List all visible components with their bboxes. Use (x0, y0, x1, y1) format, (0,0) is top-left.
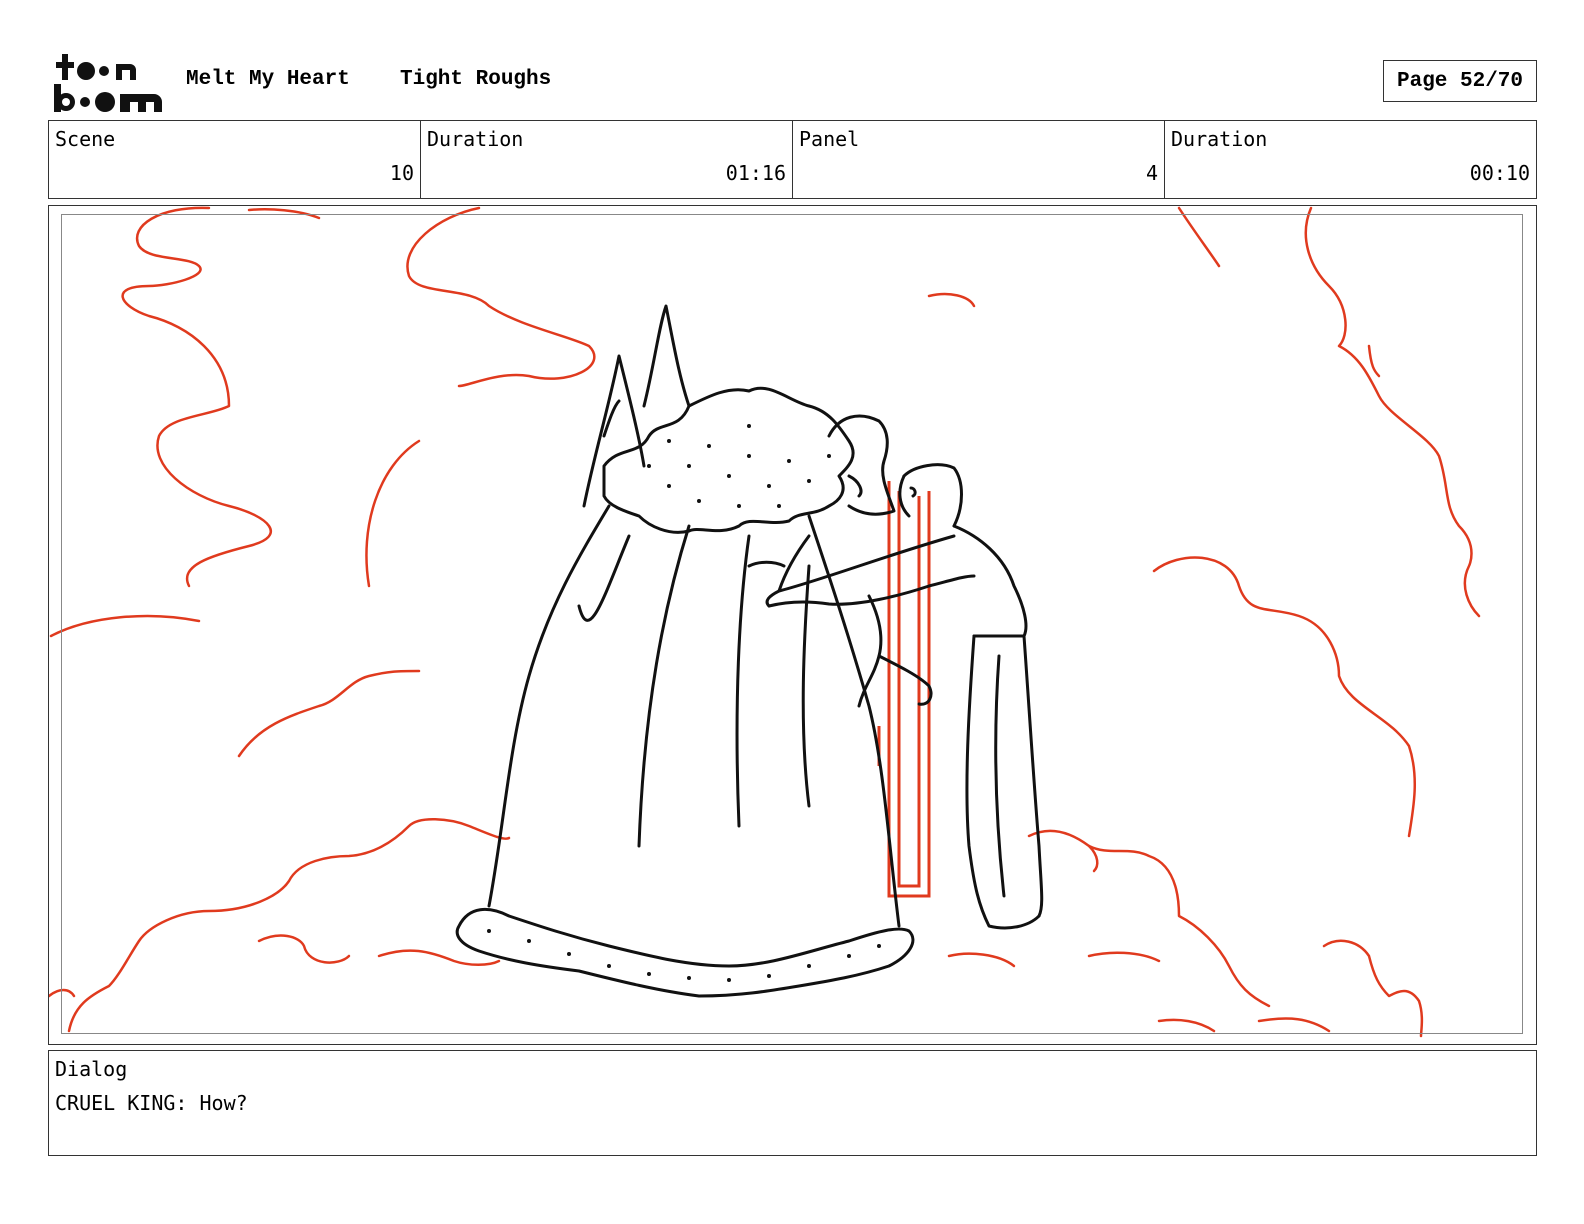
scene-value: 10 (389, 161, 414, 185)
dialog-box: Dialog CRUEL KING: How? (48, 1050, 1537, 1156)
scene-duration-cell: Duration 01:16 (421, 121, 793, 198)
section-title: Tight Roughs (400, 68, 552, 91)
scene-duration-value: 01:16 (725, 161, 786, 185)
project-title: Melt My Heart (186, 68, 350, 91)
toon-boom-logo-icon (54, 54, 162, 112)
dialog-text: CRUEL KING: How? (55, 1091, 248, 1115)
toon-boom-logo (50, 50, 166, 114)
panel-inner-frame (61, 214, 1523, 1034)
scene-duration-label: Duration (427, 127, 524, 151)
panel-duration-label: Duration (1171, 127, 1268, 151)
page-indicator: Page 52/70 (1383, 60, 1537, 102)
panel-value: 4 (1145, 161, 1158, 185)
storyboard-panel (48, 205, 1537, 1045)
panel-duration-cell: Duration 00:10 (1165, 121, 1536, 198)
dialog-label: Dialog (55, 1057, 128, 1081)
panel-label: Panel (799, 127, 860, 151)
info-row: Scene 10 Duration 01:16 Panel 4 Duration… (48, 120, 1537, 199)
scene-label: Scene (55, 127, 116, 151)
panel-duration-value: 00:10 (1469, 161, 1530, 185)
panel-cell: Panel 4 (793, 121, 1165, 198)
scene-cell: Scene 10 (49, 121, 421, 198)
